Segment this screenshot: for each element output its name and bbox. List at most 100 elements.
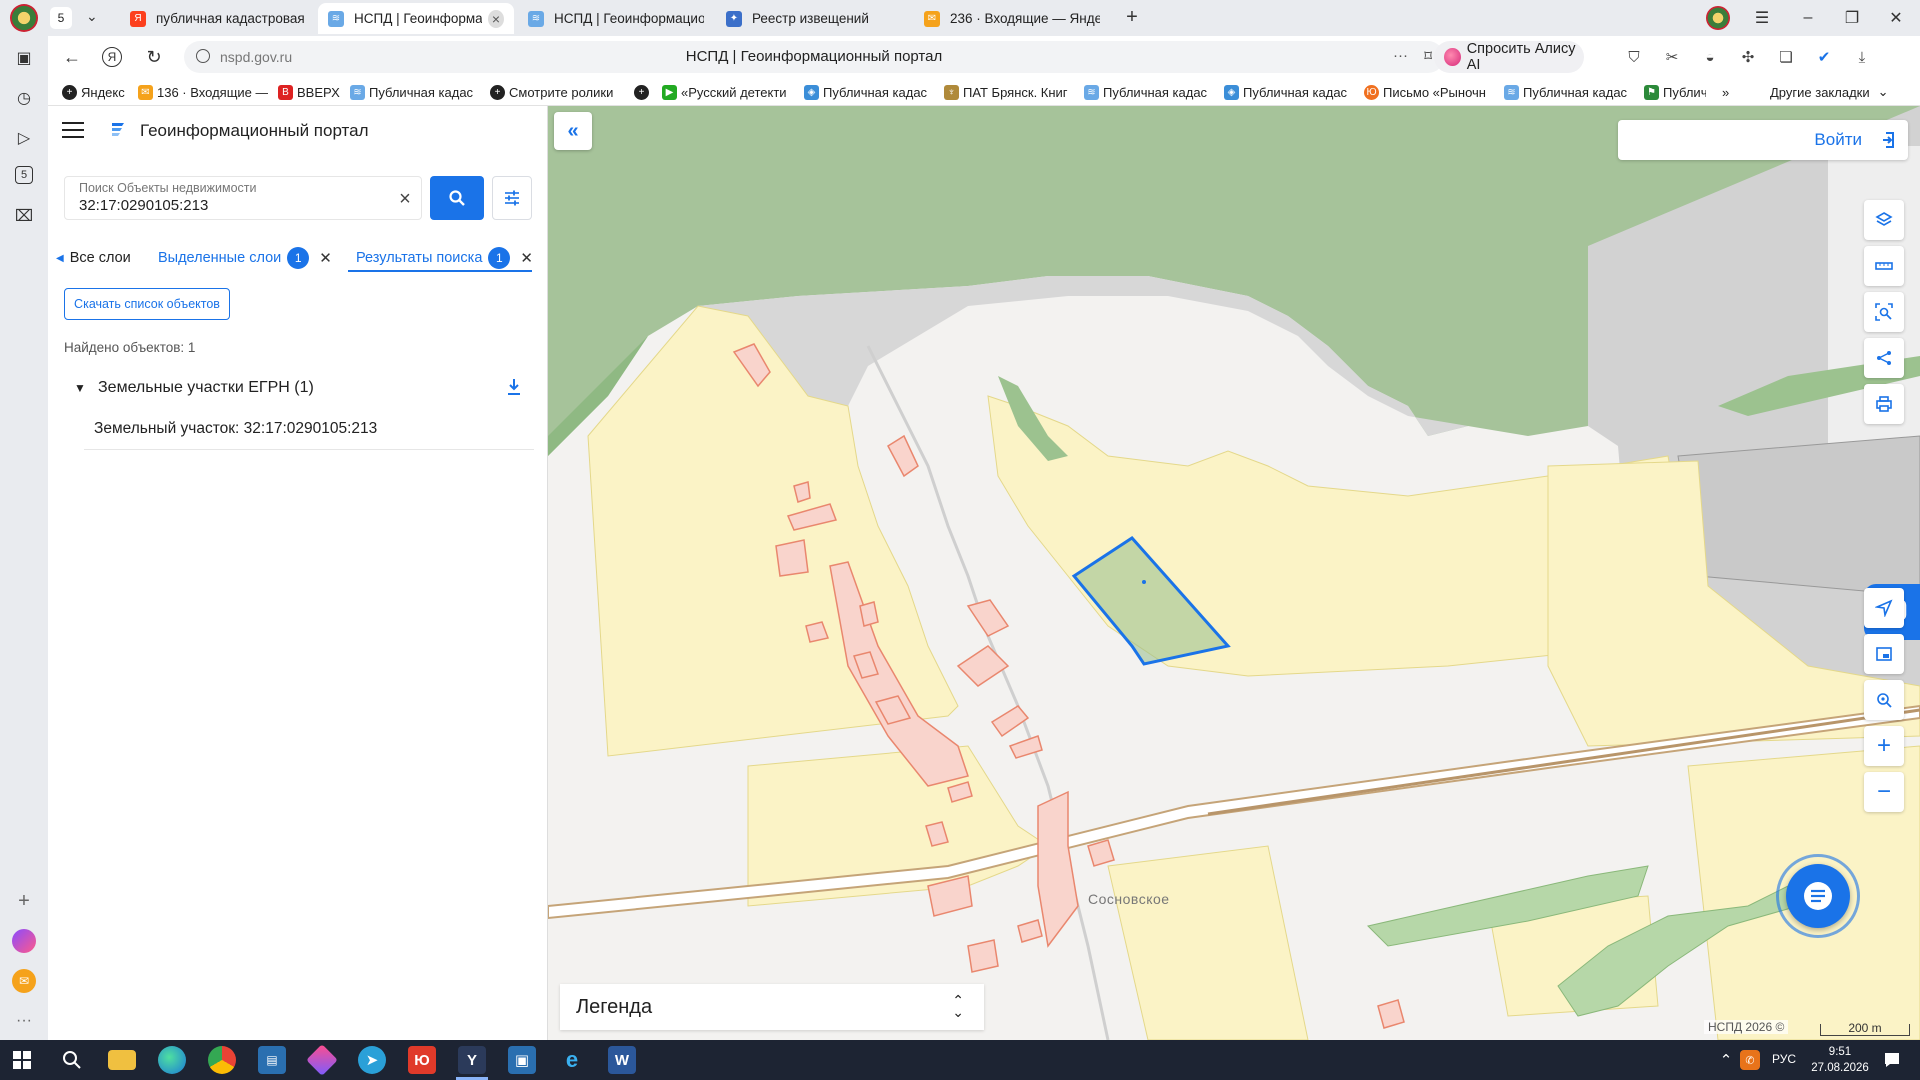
bookmark-item[interactable]: ≋ Публичная кадас [350, 83, 480, 101]
tray-app-icon[interactable]: ✆ [1740, 1050, 1760, 1070]
yandex-home-icon[interactable]: Я [102, 47, 122, 67]
bookmark-item[interactable]: ♆ ПАТ Брянск. Книг [944, 83, 1070, 101]
search-input[interactable] [79, 197, 379, 214]
reader-icon[interactable]: ❏ [1776, 47, 1796, 67]
windows-start-icon[interactable] [8, 1046, 36, 1074]
calc-app-icon[interactable]: ▤ [258, 1046, 286, 1074]
tab-search-results[interactable]: Результаты поиска 1 ✕ [356, 238, 533, 278]
select-area-button[interactable] [1864, 292, 1904, 332]
protect-shield-icon[interactable]: ⛉ [1624, 47, 1644, 67]
bookmark-item[interactable]: ≋ Публичная кадас [1504, 83, 1630, 101]
print-button[interactable] [1864, 384, 1904, 424]
zoom-out-button[interactable]: − [1864, 772, 1904, 812]
close-selected-icon[interactable]: ✕ [319, 249, 332, 267]
bookmark-item[interactable]: ◈ Публичная кадас [1224, 83, 1350, 101]
profile-icon[interactable] [1706, 6, 1730, 30]
more-apps-icon[interactable]: ··· [12, 1009, 36, 1033]
new-tab-button[interactable]: + [1122, 7, 1142, 28]
tab-nspd-2[interactable]: ≋ НСПД | Геоинформацион [518, 3, 714, 34]
zoom-in-button[interactable]: + [1864, 726, 1904, 766]
alice-app-icon[interactable] [12, 929, 36, 953]
menu-icon[interactable] [62, 122, 84, 140]
collapse-panel-button[interactable]: « [554, 112, 592, 150]
clock[interactable]: 9:51 27.08.2026 [1810, 1044, 1870, 1076]
bookmark-item[interactable]: В ВВЕРХ [278, 83, 342, 101]
bookmark-item[interactable]: ≋ Публичная кадас [1084, 83, 1210, 101]
screenshot-icon[interactable]: ⌧ [12, 204, 36, 228]
download-icon[interactable] [504, 376, 524, 398]
tabs-dropdown-icon[interactable]: ⌄ [86, 8, 98, 25]
extension-disk-icon[interactable]: ◒ [1700, 47, 1720, 67]
file-explorer-icon[interactable] [108, 1050, 136, 1070]
profile-avatar[interactable] [10, 4, 38, 32]
ruler-button[interactable] [1864, 246, 1904, 286]
notifications-icon[interactable] [1878, 1046, 1906, 1074]
mail-app-icon[interactable]: ✉ [12, 969, 36, 993]
tab-nspd-active[interactable]: ≋ НСПД | Геоинформаци × [318, 3, 514, 34]
collections-icon[interactable]: ▣ [12, 46, 36, 70]
bookmark-item[interactable]: ▶ «Русский детекти [662, 83, 792, 101]
my-location-button[interactable] [1864, 588, 1904, 628]
geo-search-button[interactable] [1864, 680, 1904, 720]
word-icon[interactable]: W [608, 1046, 636, 1074]
close-window-icon[interactable]: ✕ [1874, 0, 1918, 36]
chrome-icon[interactable] [208, 1046, 236, 1074]
url-field[interactable]: nspd.gov.ru НСПД | Геоинформационный пор… [184, 41, 1444, 73]
video-icon[interactable]: ▷ [12, 126, 36, 150]
bookmark-item[interactable]: + Смотрите ролики [490, 83, 620, 101]
minimap-button[interactable] [1864, 634, 1904, 674]
tab-count-icon[interactable]: 5 [15, 166, 33, 184]
clear-search-icon[interactable]: × [395, 189, 415, 209]
reload-icon[interactable]: ↻ [142, 45, 166, 69]
url-menu-icon[interactable]: ··· [1393, 47, 1408, 64]
result-list-item[interactable]: Земельный участок: 32:17:0290105:213 [84, 410, 534, 450]
bookmark-item[interactable]: + Яндекс [62, 83, 142, 101]
extension-scissors-icon[interactable]: ✂ [1662, 47, 1682, 67]
close-results-icon[interactable]: ✕ [520, 249, 533, 267]
bookmark-item[interactable]: ◈ Публичная кадас [804, 83, 934, 101]
filter-settings-button[interactable] [492, 176, 532, 220]
bookmarks-more-icon[interactable]: » [1722, 83, 1742, 101]
tray-chevron-icon[interactable]: ⌃ [1716, 1046, 1736, 1074]
layers-button[interactable] [1864, 200, 1904, 240]
edge-icon[interactable] [158, 1046, 186, 1074]
tab-counter-badge[interactable]: 5 [50, 7, 72, 29]
bookmark-icon[interactable]: ⌑ [1424, 47, 1432, 65]
map-canvas[interactable]: Сосновское « Войти + − Легенда ⌃ ⌄ НСПД … [548, 106, 1920, 1040]
yandex-browser-icon[interactable]: Y [458, 1046, 486, 1074]
minimize-icon[interactable]: – [1786, 0, 1830, 36]
bookmark-item[interactable]: + [634, 83, 652, 101]
add-panel-icon[interactable]: + [12, 889, 36, 913]
bookmark-item[interactable]: ⚑ Публич [1644, 83, 1706, 101]
search-icon[interactable] [58, 1046, 86, 1074]
tab-selected-layers[interactable]: Выделенные слои 1 ✕ [158, 238, 332, 278]
other-bookmarks[interactable]: Другие закладки ⌄ [1770, 83, 1900, 101]
tab-close-icon[interactable]: × [488, 9, 504, 28]
chat-button[interactable] [1786, 864, 1850, 928]
app-polygon-icon[interactable] [306, 1044, 338, 1076]
expand-collapse-icon[interactable]: ⌃ ⌄ [952, 993, 964, 1019]
result-group-header[interactable]: ▼ Земельные участки ЕГРН (1) [74, 376, 524, 400]
internet-explorer-icon[interactable]: e [558, 1046, 586, 1074]
search-field[interactable]: Поиск Объекты недвижимости × [64, 176, 422, 220]
yu-app-icon[interactable]: Ю [408, 1046, 436, 1074]
share-button[interactable] [1864, 338, 1904, 378]
downloads-icon[interactable]: ⤓ [1852, 47, 1872, 67]
ask-alice-button[interactable]: Спросить Алису AI [1434, 41, 1584, 73]
search-button[interactable] [430, 176, 484, 220]
restore-icon[interactable]: ❐ [1830, 0, 1874, 36]
input-language[interactable]: РУС [1772, 1052, 1796, 1066]
bookmark-item[interactable]: Ю Письмо «Рыночн [1364, 83, 1492, 101]
chevron-down-icon[interactable]: ▼ [74, 381, 90, 395]
login-bar[interactable]: Войти [1618, 120, 1908, 160]
tab-public-cadastral[interactable]: Я публичная кадастровая к [120, 3, 316, 34]
history-icon[interactable]: ◷ [12, 86, 36, 110]
tab-all-layers[interactable]: ◀ Все слои [56, 238, 131, 278]
app-window-icon[interactable]: ▣ [508, 1046, 536, 1074]
browser-menu-icon[interactable]: ☰ [1740, 0, 1784, 36]
download-list-button[interactable]: Скачать список объектов [64, 288, 230, 320]
extensions-puzzle-icon[interactable]: ✣ [1738, 47, 1758, 67]
bookmark-item[interactable]: ✉ 136 · Входящие — [138, 83, 268, 101]
tab-yandex-mail[interactable]: ✉ 236 · Входящие — Яндекс [914, 3, 1110, 34]
back-arrow-icon[interactable]: ← [60, 45, 84, 69]
